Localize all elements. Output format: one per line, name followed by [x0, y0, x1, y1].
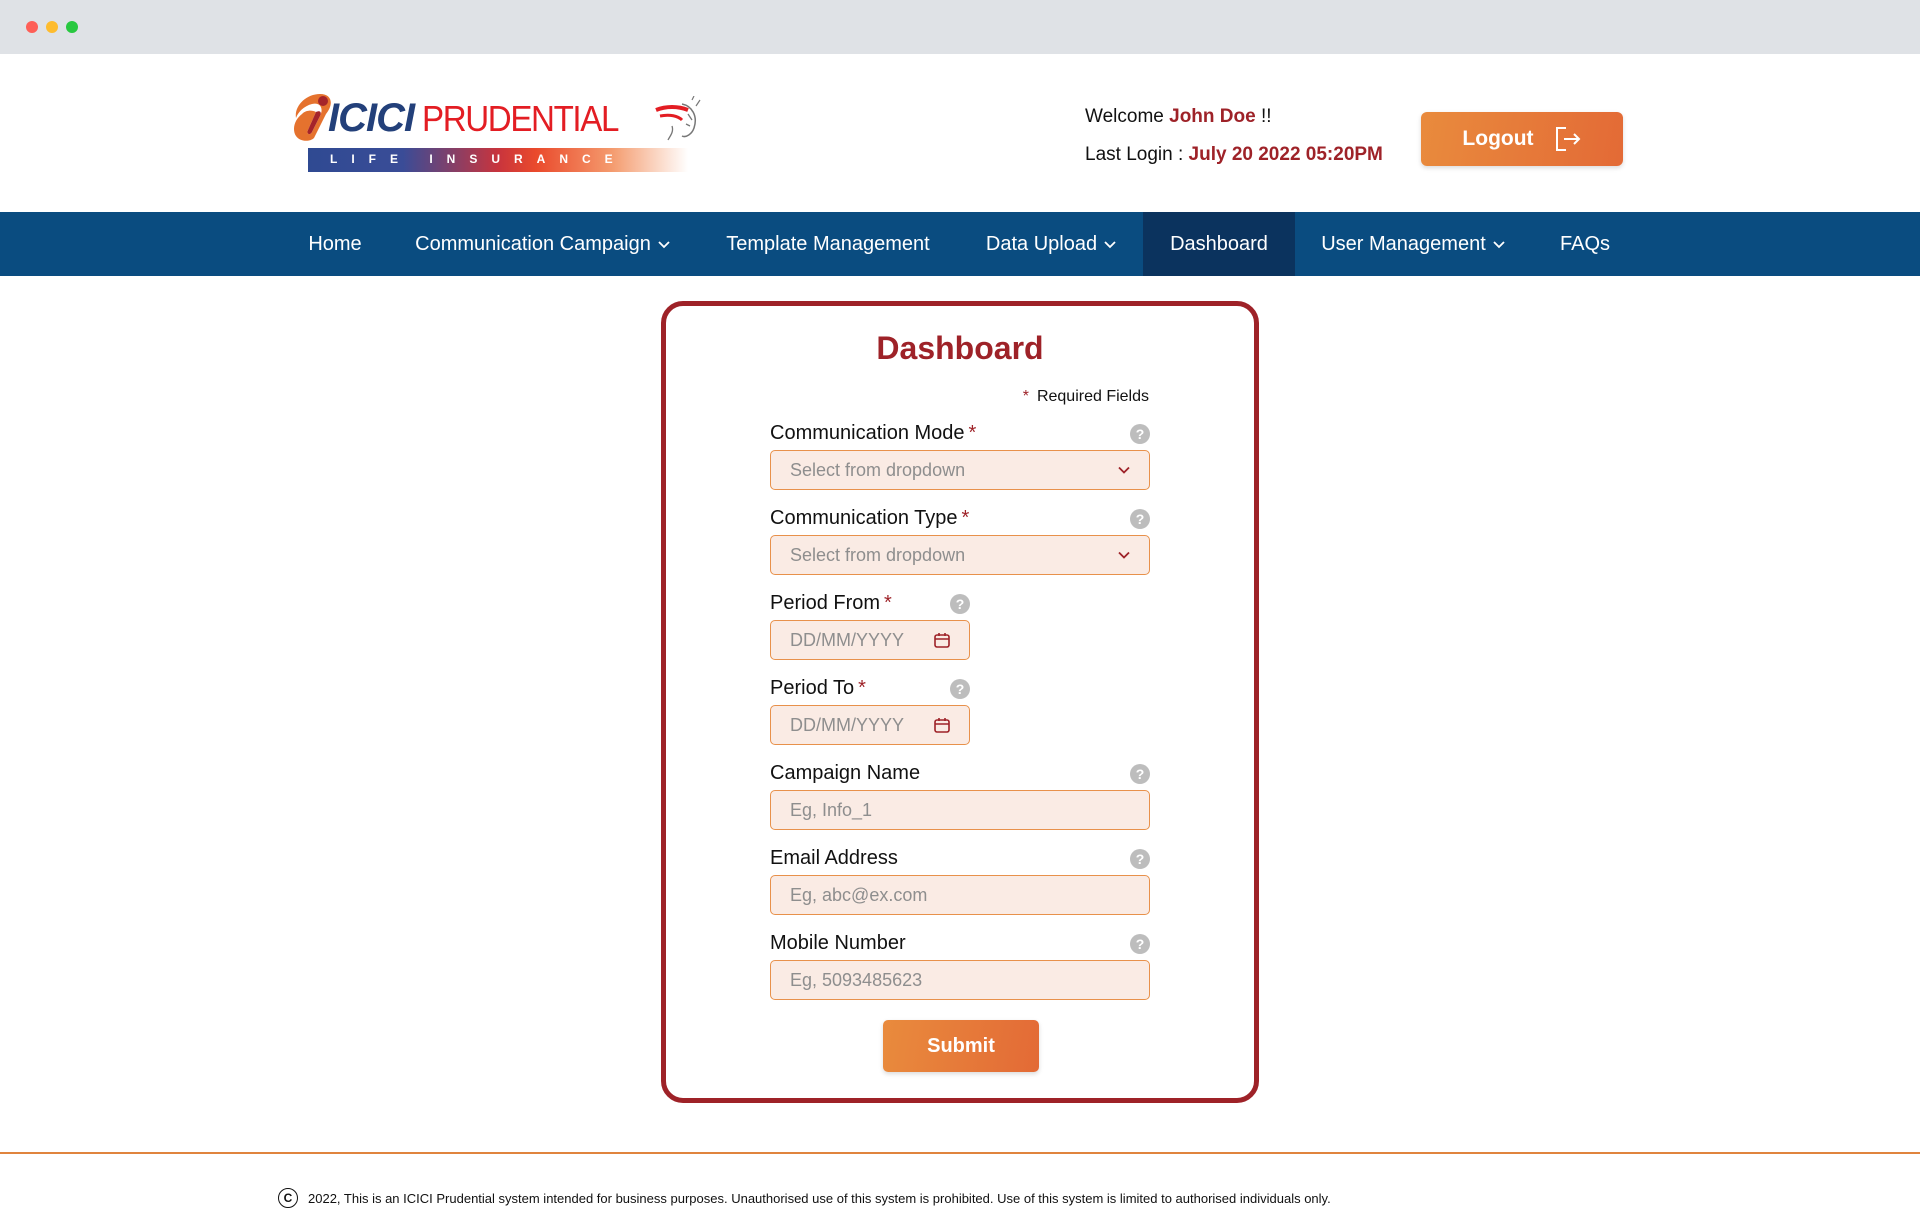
select-placeholder: Select from dropdown	[790, 544, 966, 565]
nav-item-home[interactable]: Home	[280, 212, 390, 276]
submit-button[interactable]: Submit	[883, 1020, 1039, 1072]
welcome-message: Welcome John Doe !!	[1085, 105, 1272, 129]
company-logo[interactable]: ICICI PRUDENTIAL LIFE INSURANCE	[290, 92, 710, 176]
communication-mode-field: Communication Mode * ? Select from dropdo…	[770, 421, 1150, 490]
footer-text: 2022, This is an ICICI Prudential system…	[308, 1190, 1331, 1206]
chevron-down-icon	[1104, 241, 1116, 249]
required-marker: *	[961, 507, 970, 529]
field-label-text: Email Address	[770, 847, 898, 869]
email-address-input[interactable]: Eg, abc@ex.com	[770, 875, 1150, 915]
logo-brand-secondary: PRUDENTIAL	[422, 98, 619, 139]
help-icon[interactable]: ?	[950, 679, 970, 699]
welcome-prefix: Welcome	[1085, 106, 1170, 127]
period-from-field: Period From * ? DD/MM/YYYY	[770, 591, 970, 660]
field-label-text: Campaign Name	[770, 762, 921, 784]
nav-item-dashboard[interactable]: Dashboard	[1143, 212, 1295, 276]
email-address-field: Email Address ? Eg, abc@ex.com	[770, 846, 1150, 915]
nav-item-data-upload[interactable]: Data Upload	[960, 212, 1143, 276]
field-label: Campaign Name	[770, 761, 1150, 787]
nav-item-faqs[interactable]: FAQs	[1532, 212, 1638, 276]
logo-tagline-band: LIFE INSURANCE	[308, 148, 688, 172]
field-label-text: Mobile Number	[770, 932, 906, 954]
required-marker: *	[968, 422, 977, 444]
nav-item-template-management[interactable]: Template Management	[696, 212, 960, 276]
logout-icon	[1555, 127, 1580, 151]
nav-item-label: Communication Campaign	[415, 232, 651, 255]
period-to-input[interactable]: DD/MM/YYYY	[770, 705, 970, 745]
mobile-number-field: Mobile Number ? Eg, 5093485623	[770, 931, 1150, 1000]
field-label-text: Communication Mode	[770, 422, 965, 444]
dashboard-form-card: Dashboard * Required Fields Communication…	[661, 301, 1259, 1103]
calendar-icon[interactable]	[933, 716, 951, 734]
logo-tagline: LIFE INSURANCE	[330, 152, 627, 166]
required-marker: *	[884, 592, 892, 614]
required-marker: *	[1022, 388, 1029, 405]
nav-item-label: Data Upload	[985, 232, 1098, 255]
main-nav: Home Communication Campaign Template Man…	[0, 212, 1920, 276]
calendar-icon[interactable]	[933, 631, 951, 649]
campaign-name-field: Campaign Name ? Eg, Info_1	[770, 761, 1150, 830]
help-icon[interactable]: ?	[1130, 424, 1150, 444]
mobile-number-input[interactable]: Eg, 5093485623	[770, 960, 1150, 1000]
communication-mode-select[interactable]: Select from dropdown	[770, 450, 1150, 490]
prudence-face-icon	[655, 96, 701, 141]
chevron-down-icon	[1117, 465, 1131, 475]
window-titlebar	[0, 0, 1920, 54]
nav-item-label: Home	[308, 232, 362, 255]
nav-item-user-management[interactable]: User Management	[1295, 212, 1532, 276]
field-label: Communication Mode *	[770, 421, 1150, 447]
help-icon[interactable]: ?	[950, 594, 970, 614]
last-login-value: July 20 2022 05:20PM	[1188, 144, 1383, 165]
input-placeholder: Eg, abc@ex.com	[790, 884, 928, 905]
date-placeholder: DD/MM/YYYY	[790, 714, 905, 735]
last-login: Last Login : July 20 2022 05:20PM	[1085, 143, 1383, 167]
select-placeholder: Select from dropdown	[790, 459, 966, 480]
chevron-down-icon	[658, 241, 670, 249]
required-note-text: Required Fields	[1036, 388, 1149, 405]
field-label: Period To *	[770, 676, 970, 702]
help-icon[interactable]: ?	[1130, 849, 1150, 869]
field-label: Email Address	[770, 846, 1150, 872]
help-icon[interactable]: ?	[1130, 764, 1150, 784]
input-placeholder: Eg, Info_1	[790, 799, 873, 820]
field-label-text: Period To	[770, 677, 855, 699]
field-label: Mobile Number	[770, 931, 1150, 957]
copyright-icon: C	[278, 1188, 298, 1208]
communication-type-select[interactable]: Select from dropdown	[770, 535, 1150, 575]
field-label: Period From *	[770, 591, 970, 617]
communication-type-field: Communication Type * ? Select from dropdo…	[770, 506, 1150, 575]
logout-button[interactable]: Logout	[1421, 112, 1623, 166]
field-label: Communication Type *	[770, 506, 1150, 532]
footer: C 2022, This is an ICICI Prudential syst…	[278, 1188, 1331, 1208]
help-icon[interactable]: ?	[1130, 934, 1150, 954]
page-header: ICICI PRUDENTIAL LIFE INSURANCE Welcome …	[0, 54, 1920, 212]
nav-item-label: User Management	[1321, 232, 1486, 255]
window-maximize-button[interactable]	[66, 21, 78, 33]
campaign-name-input[interactable]: Eg, Info_1	[770, 790, 1150, 830]
nav-item-label: Dashboard	[1170, 232, 1268, 255]
nav-item-label: Template Management	[726, 232, 930, 255]
chevron-down-icon	[1117, 550, 1131, 560]
footer-divider	[0, 1152, 1920, 1154]
window-close-button[interactable]	[26, 21, 38, 33]
help-icon[interactable]: ?	[1130, 509, 1150, 529]
user-name: John Doe	[1169, 106, 1256, 127]
nav-item-label: FAQs	[1559, 232, 1610, 255]
period-to-field: Period To * ? DD/MM/YYYY	[770, 676, 970, 745]
input-placeholder: Eg, 5093485623	[790, 969, 923, 990]
date-placeholder: DD/MM/YYYY	[790, 629, 905, 650]
field-label-text: Period From	[770, 592, 881, 614]
logout-label: Logout	[1462, 127, 1534, 150]
period-from-input[interactable]: DD/MM/YYYY	[770, 620, 970, 660]
chevron-down-icon	[1493, 241, 1505, 249]
field-label-text: Communication Type	[770, 507, 958, 529]
welcome-suffix: !!	[1255, 106, 1272, 127]
nav-item-communication-campaign[interactable]: Communication Campaign	[390, 212, 696, 276]
page-title: Dashboard	[876, 330, 1044, 366]
required-marker: *	[858, 677, 866, 699]
required-fields-note: * Required Fields	[1023, 388, 1149, 406]
window-minimize-button[interactable]	[46, 21, 58, 33]
last-login-label: Last Login :	[1085, 144, 1189, 165]
logo-brand-primary: ICICI	[328, 96, 415, 140]
